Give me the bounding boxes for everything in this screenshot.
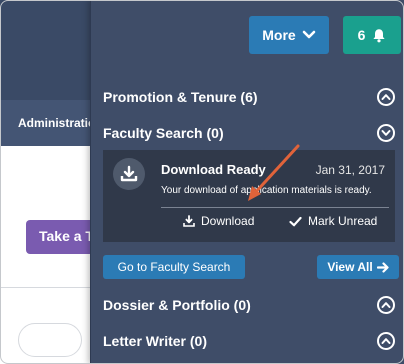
check-icon xyxy=(289,216,302,226)
bell-icon xyxy=(373,28,385,42)
chevron-up-icon[interactable] xyxy=(377,332,395,350)
more-button-label: More xyxy=(262,27,296,43)
chevron-up-icon[interactable] xyxy=(377,296,395,314)
section-title: Dossier & Portfolio (0) xyxy=(103,297,251,313)
card-divider xyxy=(161,207,389,208)
section-dossier-portfolio[interactable]: Dossier & Portfolio (0) xyxy=(103,294,395,316)
section-title: Faculty Search (0) xyxy=(103,125,224,141)
chevron-down-icon xyxy=(302,30,316,39)
notification-message: Your download of application materials i… xyxy=(161,185,372,196)
section-title: Promotion & Tenure (6) xyxy=(103,89,258,105)
chevron-up-icon[interactable] xyxy=(377,88,395,106)
notification-count: 6 xyxy=(357,27,366,43)
notifications-button[interactable]: 6 xyxy=(343,16,401,54)
download-tray-icon xyxy=(113,158,145,190)
chevron-down-circle-icon[interactable] xyxy=(377,124,395,142)
content-divider xyxy=(0,287,100,288)
notifications-dropdown-panel: More 6 Promotion & Tenure (6) Faculty Se… xyxy=(90,0,404,364)
mark-unread-link[interactable]: Mark Unread xyxy=(289,214,377,228)
download-link[interactable]: Download xyxy=(183,214,254,228)
download-icon xyxy=(183,215,195,227)
arrow-right-icon xyxy=(376,261,389,273)
mark-unread-label: Mark Unread xyxy=(308,214,378,228)
content-pill-outline xyxy=(18,323,82,357)
view-all-label: View All xyxy=(327,260,373,274)
notification-title: Download Ready xyxy=(161,162,266,177)
notification-card: Download Ready Jan 31, 2017 Your downloa… xyxy=(103,150,395,242)
more-button[interactable]: More xyxy=(249,16,329,54)
section-letter-writer[interactable]: Letter Writer (0) xyxy=(103,330,395,352)
section-title: Letter Writer (0) xyxy=(103,333,207,349)
notification-date: Jan 31, 2017 xyxy=(315,163,385,177)
view-all-button[interactable]: View All xyxy=(317,255,399,279)
download-label: Download xyxy=(201,214,255,228)
section-promotion-tenure[interactable]: Promotion & Tenure (6) xyxy=(103,86,395,108)
section-faculty-search[interactable]: Faculty Search (0) xyxy=(103,122,395,144)
go-to-faculty-search-button[interactable]: Go to Faculty Search xyxy=(103,255,245,279)
